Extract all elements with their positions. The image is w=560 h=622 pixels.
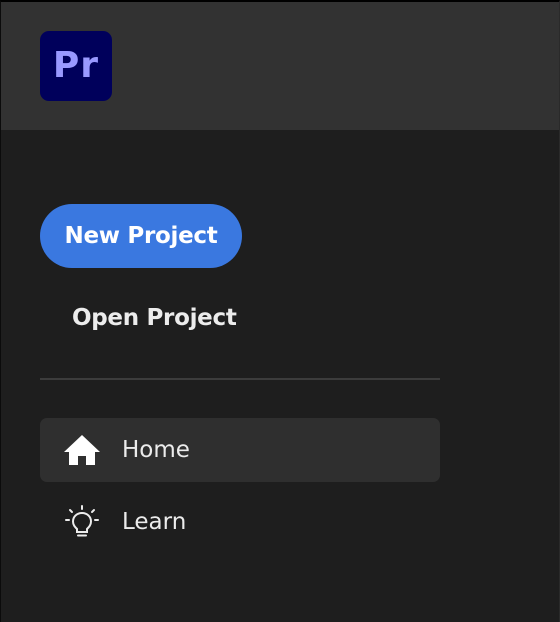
sidebar-divider — [40, 378, 440, 380]
new-project-button[interactable]: New Project — [40, 204, 242, 268]
nav-item-label: Learn — [122, 509, 187, 535]
home-icon — [62, 432, 102, 468]
app-window: Pr New Project Open Project Home Learn — [0, 0, 560, 622]
premiere-pro-logo: Pr — [40, 31, 112, 101]
header-bar: Pr — [1, 2, 559, 130]
nav-item-home[interactable]: Home — [40, 418, 440, 482]
open-project-button[interactable]: Open Project — [72, 300, 237, 336]
lightbulb-icon — [62, 504, 102, 540]
nav-item-learn[interactable]: Learn — [40, 490, 440, 554]
nav-item-label: Home — [122, 437, 190, 463]
